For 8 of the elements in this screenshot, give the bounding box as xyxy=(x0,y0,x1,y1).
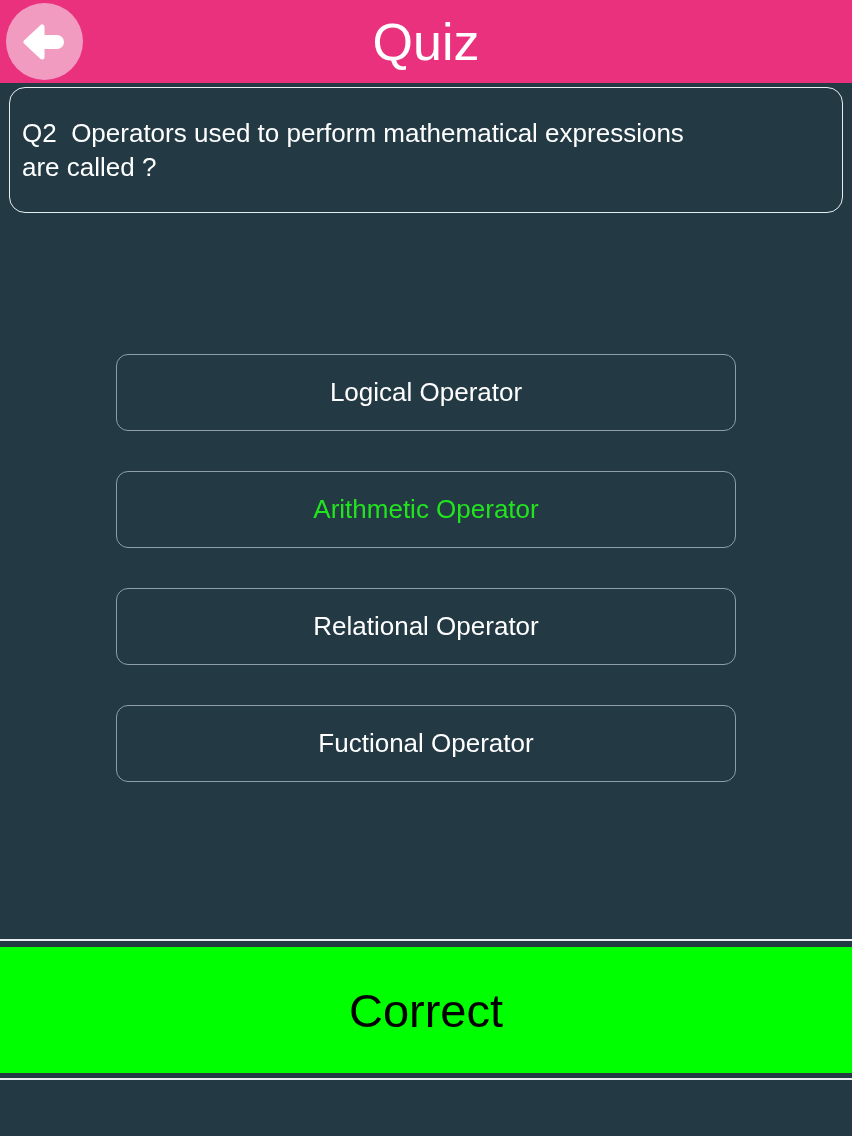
arrow-left-icon xyxy=(22,23,67,60)
answer-option[interactable]: Relational Operator xyxy=(116,588,736,665)
answer-option[interactable]: Fuctional Operator xyxy=(116,705,736,782)
question-text: Q2 Operators used to perform mathematical expressions are called ? xyxy=(22,117,685,184)
answer-option[interactable]: Arithmetic Operator xyxy=(116,471,736,548)
answer-option[interactable]: Logical Operator xyxy=(116,354,736,431)
page-title: Quiz xyxy=(371,15,481,68)
result-text: Correct xyxy=(348,986,504,1034)
